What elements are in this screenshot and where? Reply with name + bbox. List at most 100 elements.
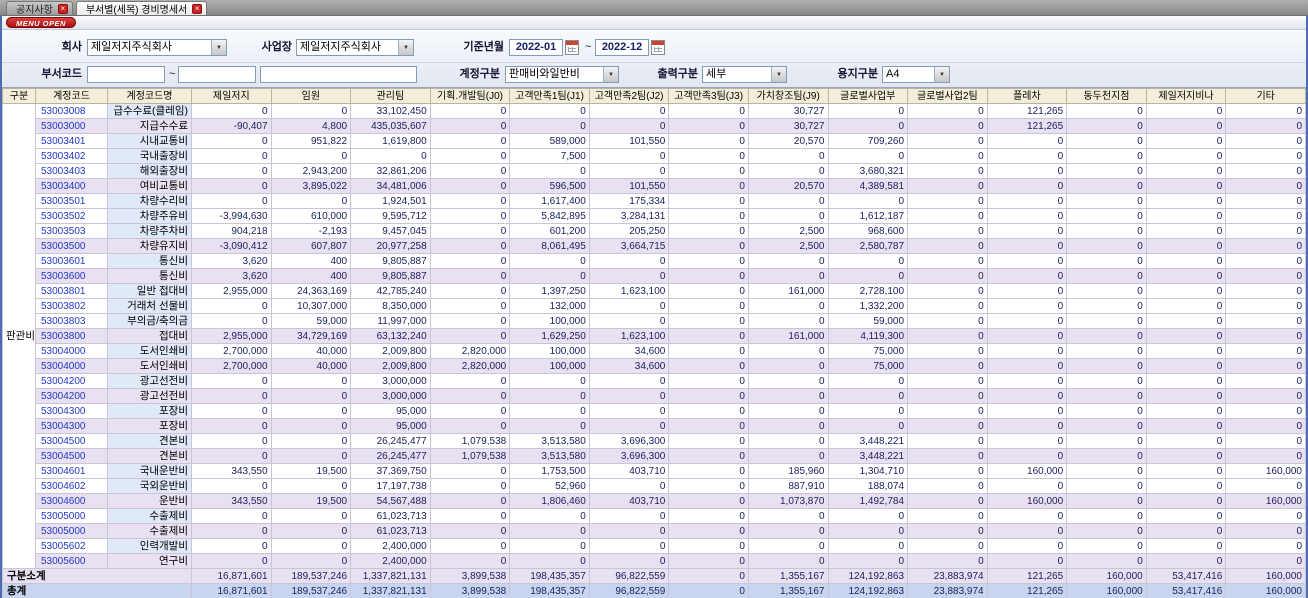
amount-cell[interactable]: 3,895,022: [270, 178, 352, 194]
amount-cell[interactable]: 3,448,221: [827, 433, 909, 449]
amount-cell[interactable]: 0: [1145, 478, 1227, 494]
amount-cell[interactable]: 3,899,538: [429, 568, 511, 584]
amount-cell[interactable]: 0: [588, 388, 670, 404]
account-code-cell[interactable]: 53003803: [35, 313, 108, 329]
amount-cell[interactable]: 0: [1145, 463, 1227, 479]
amount-cell[interactable]: 0: [429, 373, 511, 389]
amount-cell[interactable]: 0: [270, 103, 352, 119]
amount-cell[interactable]: 0: [588, 148, 670, 164]
amount-cell[interactable]: 0: [191, 523, 272, 539]
amount-cell[interactable]: 20,570: [747, 178, 829, 194]
amount-cell[interactable]: 0: [668, 223, 749, 239]
amount-cell[interactable]: 0: [986, 253, 1068, 269]
table-row[interactable]: 53004602 국외운반비 0 0 17,197,738 0 52,960 0 0 887,91…: [3, 478, 1306, 494]
account-name-cell[interactable]: 광고선전비: [107, 388, 192, 404]
amount-cell[interactable]: 34,729,169: [270, 328, 352, 344]
amount-cell[interactable]: 24,363,169: [270, 283, 352, 299]
amount-cell[interactable]: 0: [907, 358, 988, 374]
amount-cell[interactable]: 0: [429, 208, 511, 224]
table-row[interactable]: 53003802 거래처 선물비 0 10,307,000 8,350,000 0 132,…: [3, 298, 1306, 314]
amount-cell[interactable]: 40,000: [270, 343, 352, 359]
amount-cell[interactable]: 0: [588, 403, 670, 419]
amount-cell[interactable]: 0: [588, 103, 670, 119]
amount-cell[interactable]: 160,000: [986, 463, 1068, 479]
period-from-input[interactable]: 2022-01: [509, 39, 563, 56]
amount-cell[interactable]: 0: [668, 508, 749, 524]
amount-cell[interactable]: 0: [1145, 448, 1227, 464]
column-header-0[interactable]: 구분: [2, 88, 36, 104]
amount-cell[interactable]: 0: [1066, 238, 1147, 254]
amount-cell[interactable]: 0: [1066, 178, 1147, 194]
amount-cell[interactable]: 2,943,200: [270, 163, 352, 179]
amount-cell[interactable]: 0: [827, 508, 909, 524]
amount-cell[interactable]: 0: [907, 478, 988, 494]
amount-cell[interactable]: 0: [1066, 463, 1147, 479]
account-code-cell[interactable]: 53003401: [35, 133, 108, 149]
account-name-cell[interactable]: 수출제비: [107, 523, 192, 539]
amount-cell[interactable]: 0: [747, 523, 829, 539]
amount-cell[interactable]: 160,000: [1225, 493, 1306, 509]
amount-cell[interactable]: 0: [1225, 223, 1306, 239]
amount-cell[interactable]: 0: [191, 193, 272, 209]
amount-cell[interactable]: 0: [1225, 508, 1306, 524]
amount-cell[interactable]: 0: [270, 523, 352, 539]
amount-cell[interactable]: 19,500: [270, 463, 352, 479]
amount-cell[interactable]: 160,000: [1225, 463, 1306, 479]
amount-cell[interactable]: 0: [1225, 253, 1306, 269]
amount-cell[interactable]: 3,284,131: [588, 208, 670, 224]
account-name-cell[interactable]: 도서인쇄비: [107, 358, 192, 374]
amount-cell[interactable]: 0: [668, 313, 749, 329]
amount-cell[interactable]: 0: [986, 478, 1068, 494]
table-row[interactable]: 53004000 도서인쇄비 2,700,000 40,000 2,009,800 2,8…: [3, 343, 1306, 359]
amount-cell[interactable]: 0: [429, 328, 511, 344]
table-row[interactable]: 53003600 통신비 3,620 400 9,805,887 0 0 0 0 0 0 0 0 0 0 0: [3, 268, 1306, 284]
amount-cell[interactable]: 0: [191, 478, 272, 494]
amount-cell[interactable]: 2,500: [747, 223, 829, 239]
amount-cell[interactable]: 0: [747, 418, 829, 434]
amount-cell[interactable]: 0: [1145, 238, 1227, 254]
amount-cell[interactable]: 0: [1066, 418, 1147, 434]
amount-cell[interactable]: 9,805,887: [350, 253, 431, 269]
amount-cell[interactable]: 0: [747, 403, 829, 419]
amount-cell[interactable]: 0: [270, 538, 352, 554]
amount-cell[interactable]: 0: [1066, 208, 1147, 224]
amount-cell[interactable]: 96,822,559: [588, 583, 670, 598]
amount-cell[interactable]: 0: [1066, 298, 1147, 314]
amount-cell[interactable]: 0: [429, 133, 511, 149]
amount-cell[interactable]: 0: [668, 283, 749, 299]
amount-cell[interactable]: 0: [429, 523, 511, 539]
account-name-cell[interactable]: 접대비: [107, 328, 192, 344]
amount-cell[interactable]: 3,696,300: [588, 433, 670, 449]
amount-cell[interactable]: 0: [907, 118, 988, 134]
amount-cell[interactable]: 596,500: [509, 178, 590, 194]
amount-cell[interactable]: 0: [429, 103, 511, 119]
account-code-cell[interactable]: 53005000: [35, 508, 108, 524]
table-row[interactable]: 53004500 견본비 0 0 26,245,477 1,079,538 3,513,58…: [3, 448, 1306, 464]
amount-cell[interactable]: 61,023,713: [350, 508, 431, 524]
amount-cell[interactable]: 34,600: [588, 343, 670, 359]
amount-cell[interactable]: 61,023,713: [350, 523, 431, 539]
table-row[interactable]: 53004200 광고선전비 0 0 3,000,000 0 0 0 0 0 0 0 0 0 0 0: [3, 388, 1306, 404]
amount-cell[interactable]: 0: [1145, 403, 1227, 419]
amount-cell[interactable]: 0: [429, 253, 511, 269]
amount-cell[interactable]: 3,000,000: [350, 388, 431, 404]
table-row[interactable]: 53003400 여비교통비 0 3,895,022 34,481,006 0 596,50…: [3, 178, 1306, 194]
amount-cell[interactable]: 0: [1145, 358, 1227, 374]
amount-cell[interactable]: 1,806,460: [509, 493, 590, 509]
amount-cell[interactable]: 2,820,000: [429, 343, 511, 359]
amount-cell[interactable]: 42,785,240: [350, 283, 431, 299]
amount-cell[interactable]: 3,000,000: [350, 373, 431, 389]
amount-cell[interactable]: 0: [907, 523, 988, 539]
table-row[interactable]: 53003800 접대비 2,955,000 34,729,169 63,132,240…: [3, 328, 1306, 344]
account-name-cell[interactable]: 통신비: [107, 253, 192, 269]
amount-cell[interactable]: 0: [429, 163, 511, 179]
amount-cell[interactable]: 0: [1066, 403, 1147, 419]
period-to-input[interactable]: 2022-12: [595, 39, 649, 56]
table-row[interactable]: 53003401 시내교통비 0 951,822 1,619,800 0 589,000 10…: [3, 133, 1306, 149]
amount-cell[interactable]: 2,820,000: [429, 358, 511, 374]
amount-cell[interactable]: 0: [668, 178, 749, 194]
amount-cell[interactable]: 32,861,206: [350, 163, 431, 179]
table-row[interactable]: 53003503 차량주차비 904,218 -2,193 9,457,045 0 601,…: [3, 223, 1306, 239]
amount-cell[interactable]: 100,000: [509, 343, 590, 359]
column-header-4[interactable]: 임원: [270, 88, 352, 104]
